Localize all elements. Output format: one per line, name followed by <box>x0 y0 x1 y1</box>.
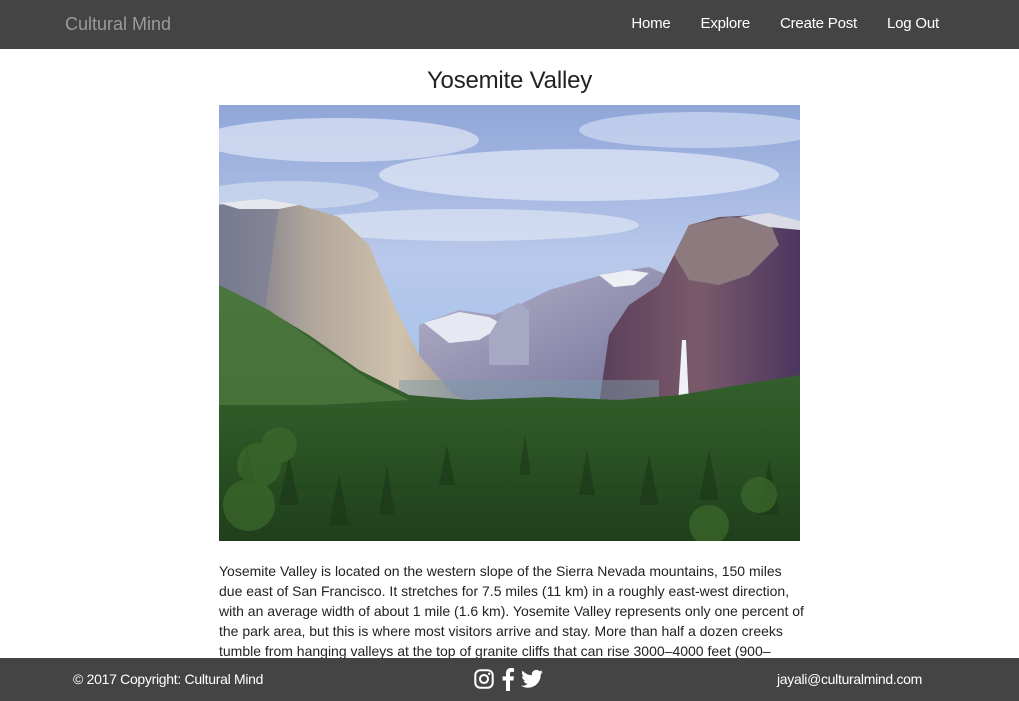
nav-link-home[interactable]: Home <box>631 15 670 33</box>
navbar: Cultural Mind Home Explore Create Post L… <box>0 0 1019 49</box>
nav-link-create-post[interactable]: Create Post <box>780 15 857 33</box>
copyright-text: © 2017 Copyright: Cultural Mind <box>73 671 264 687</box>
post-body: Yosemite Valley is located on the wester… <box>219 563 804 659</box>
post-title: Yosemite Valley <box>426 67 593 94</box>
post-image <box>219 105 800 541</box>
nav-link-log-out[interactable]: Log Out <box>887 15 939 33</box>
nav-link-explore[interactable]: Explore <box>701 15 751 33</box>
social-links <box>473 667 543 691</box>
nav-links: Home Explore Create Post Log Out <box>631 15 939 33</box>
brand-logo[interactable]: Cultural Mind <box>65 13 171 35</box>
contact-email[interactable]: jayali@culturalmind.com <box>777 670 922 688</box>
instagram-icon[interactable] <box>473 668 495 690</box>
facebook-icon[interactable] <box>501 667 515 691</box>
footer: © 2017 Copyright: Cultural Mind jayali@c… <box>0 658 1019 701</box>
twitter-icon[interactable] <box>521 669 543 689</box>
